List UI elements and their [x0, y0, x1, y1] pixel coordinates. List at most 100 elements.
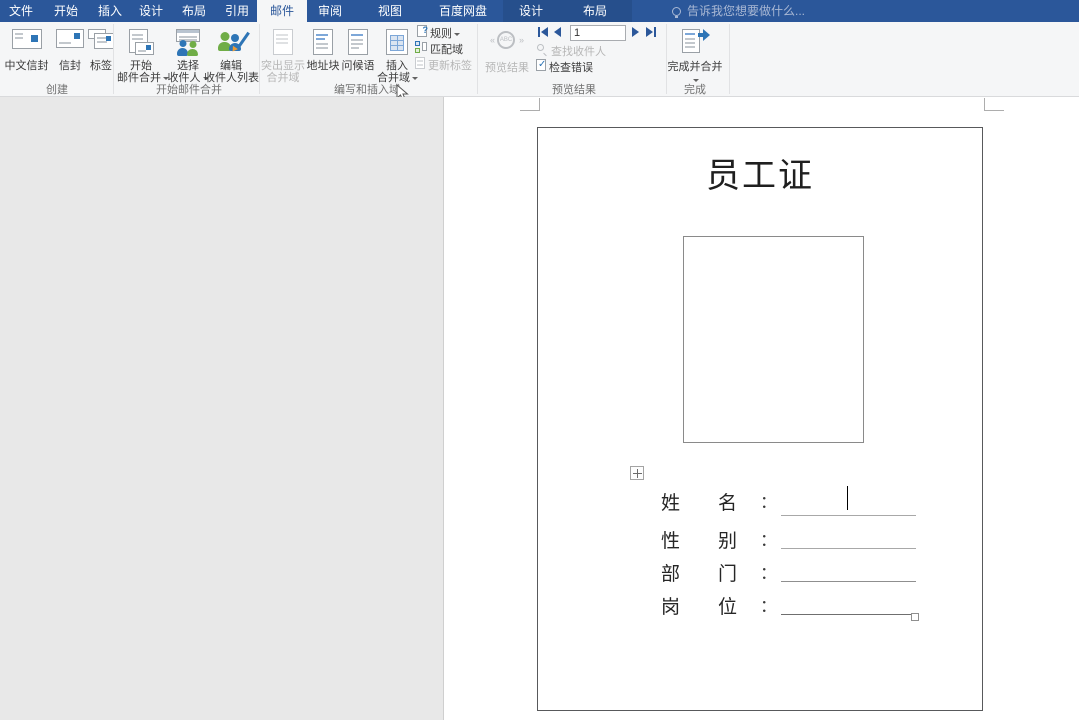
field-colon: ： — [760, 531, 777, 551]
tab-insert[interactable]: 插入 — [98, 0, 122, 22]
rules-icon: ? — [417, 25, 428, 41]
group-separator — [259, 24, 260, 94]
find-recipient-button: 查找收件人 — [536, 44, 606, 58]
word-window: 文件 开始 插入 设计 布局 引用 邮件 审阅 视图 百度网盘 设计 布局 告诉… — [0, 0, 1079, 720]
record-number-input[interactable] — [570, 25, 626, 41]
field-colon: ： — [760, 564, 777, 584]
group-label-start-mail-merge: 开始邮件合并 — [156, 84, 222, 96]
document-title[interactable]: 员工证 — [537, 148, 983, 197]
field-row-position[interactable]: 岗 位 ： — [661, 592, 781, 618]
find-recipient-icon — [536, 43, 548, 59]
highlight-merge-fields-button: 突出显示 合并域 — [261, 24, 305, 94]
field-colon: ： — [760, 493, 777, 513]
preview-results-icon: « ABC » — [490, 29, 524, 53]
check-errors-button[interactable]: ✓ 检查错误 — [536, 59, 593, 74]
tab-review[interactable]: 审阅 — [318, 0, 342, 22]
previous-record-button[interactable] — [554, 26, 561, 38]
field-label-char: 姓 — [661, 492, 681, 514]
field-label-char: 岗 — [661, 596, 681, 618]
highlight-merge-fields-label-2: 合并域 — [266, 72, 300, 84]
highlight-merge-fields-icon — [273, 29, 293, 55]
chinese-envelope-button[interactable]: 中文信封 — [3, 24, 50, 94]
editor-workspace-gray — [0, 97, 443, 720]
insert-merge-field-icon — [386, 29, 408, 55]
group-separator — [477, 24, 478, 94]
crop-mark-top-right — [984, 110, 1004, 111]
dropdown-caret-icon — [693, 78, 699, 82]
update-labels-button: 更新标签 — [415, 57, 472, 73]
tab-references[interactable]: 引用 — [225, 0, 249, 22]
insert-merge-field-label-1: 插入 — [386, 60, 408, 72]
tab-home[interactable]: 开始 — [54, 0, 78, 22]
tab-layout[interactable]: 布局 — [182, 0, 206, 22]
field-row-department[interactable]: 部 门 ： — [661, 559, 781, 585]
table-resize-handle[interactable] — [911, 613, 919, 621]
ribbon-mailings: 中文信封 信封 标签 创建 开始 邮件合并 选择 收件人 编辑 收件人列表 开始… — [0, 22, 1079, 97]
labels-icon — [88, 29, 114, 51]
envelope-icon — [56, 29, 84, 48]
rules-label: 规则 — [430, 27, 452, 40]
blank-underline-gender[interactable] — [781, 548, 916, 549]
edit-recipient-list-label-2: 收件人列表 — [204, 72, 259, 84]
text-caret — [847, 486, 848, 510]
rules-button[interactable]: ? 规则 — [417, 25, 460, 41]
check-errors-icon: ✓ — [536, 59, 547, 71]
finish-merge-label: 完成并合并 — [667, 61, 723, 73]
field-label-char: 性 — [661, 530, 681, 552]
chinese-envelope-label: 中文信封 — [4, 60, 49, 72]
update-labels-icon — [415, 57, 425, 73]
tab-view[interactable]: 视图 — [378, 0, 402, 22]
envelope-label: 信封 — [59, 60, 81, 72]
field-label-char: 别 — [718, 530, 738, 552]
ribbon-tab-bar: 文件 开始 插入 设计 布局 引用 邮件 审阅 视图 百度网盘 设计 布局 告诉… — [0, 0, 1079, 22]
tab-file[interactable]: 文件 — [9, 0, 33, 22]
insert-merge-field-label-2: 合并域 — [377, 72, 410, 84]
preview-results-button: « ABC » 预览结果 — [483, 24, 531, 94]
person-green-icon — [187, 41, 198, 56]
blank-underline-department[interactable] — [781, 581, 916, 582]
field-label-char: 位 — [718, 596, 738, 618]
field-label-char: 部 — [661, 563, 681, 585]
blank-underline-position[interactable] — [781, 614, 912, 615]
match-fields-icon — [415, 41, 427, 57]
tell-me-box[interactable]: 告诉我您想要做什么... — [672, 0, 805, 22]
tab-table-design[interactable]: 设计 — [519, 0, 543, 22]
labels-button[interactable]: 标签 — [88, 24, 114, 94]
dropdown-caret-icon — [412, 76, 418, 80]
match-fields-button[interactable]: 匹配域 — [415, 41, 463, 57]
field-label-char: 名 — [718, 492, 738, 514]
select-recipients-label-2: 收件人 — [167, 72, 201, 84]
select-recipients-icon — [175, 29, 201, 57]
edit-recipient-list-icon — [217, 29, 250, 57]
dropdown-caret-icon — [454, 32, 460, 36]
group-label-write-insert-fields: 编写和插入域 — [334, 84, 400, 96]
start-mail-merge-label-1: 开始 — [130, 60, 152, 72]
field-row-gender[interactable]: 性 别 ： — [661, 526, 781, 552]
greeting-line-icon — [348, 29, 368, 55]
next-record-button[interactable] — [632, 26, 639, 38]
address-block-icon — [313, 29, 333, 55]
first-record-button[interactable] — [538, 26, 548, 38]
photo-placeholder-box[interactable] — [683, 236, 864, 443]
field-label-char: 门 — [718, 563, 738, 585]
update-labels-label: 更新标签 — [428, 59, 472, 72]
chinese-envelope-icon — [11, 29, 42, 49]
tab-baidu-netdisk[interactable]: 百度网盘 — [439, 0, 487, 22]
blank-underline-name[interactable] — [781, 515, 916, 516]
highlight-merge-fields-label-1: 突出显示 — [261, 60, 305, 72]
preview-results-label: 预览结果 — [485, 62, 529, 74]
table-move-handle[interactable] — [630, 466, 644, 480]
tab-table-layout[interactable]: 布局 — [583, 0, 607, 22]
tab-mailings-active[interactable]: 邮件 — [270, 0, 294, 22]
crop-mark-top-left — [520, 110, 540, 111]
tab-design[interactable]: 设计 — [139, 0, 163, 22]
labels-label: 标签 — [90, 60, 112, 72]
group-label-finish: 完成 — [684, 84, 706, 96]
address-block-label: 地址块 — [306, 60, 340, 72]
finish-merge-icon — [680, 29, 710, 55]
start-mail-merge-label-2: 邮件合并 — [117, 72, 161, 84]
field-colon: ： — [760, 597, 777, 617]
last-record-button[interactable] — [646, 26, 656, 38]
group-label-create: 创建 — [46, 84, 68, 96]
field-row-name[interactable]: 姓 名 ： — [661, 488, 781, 514]
